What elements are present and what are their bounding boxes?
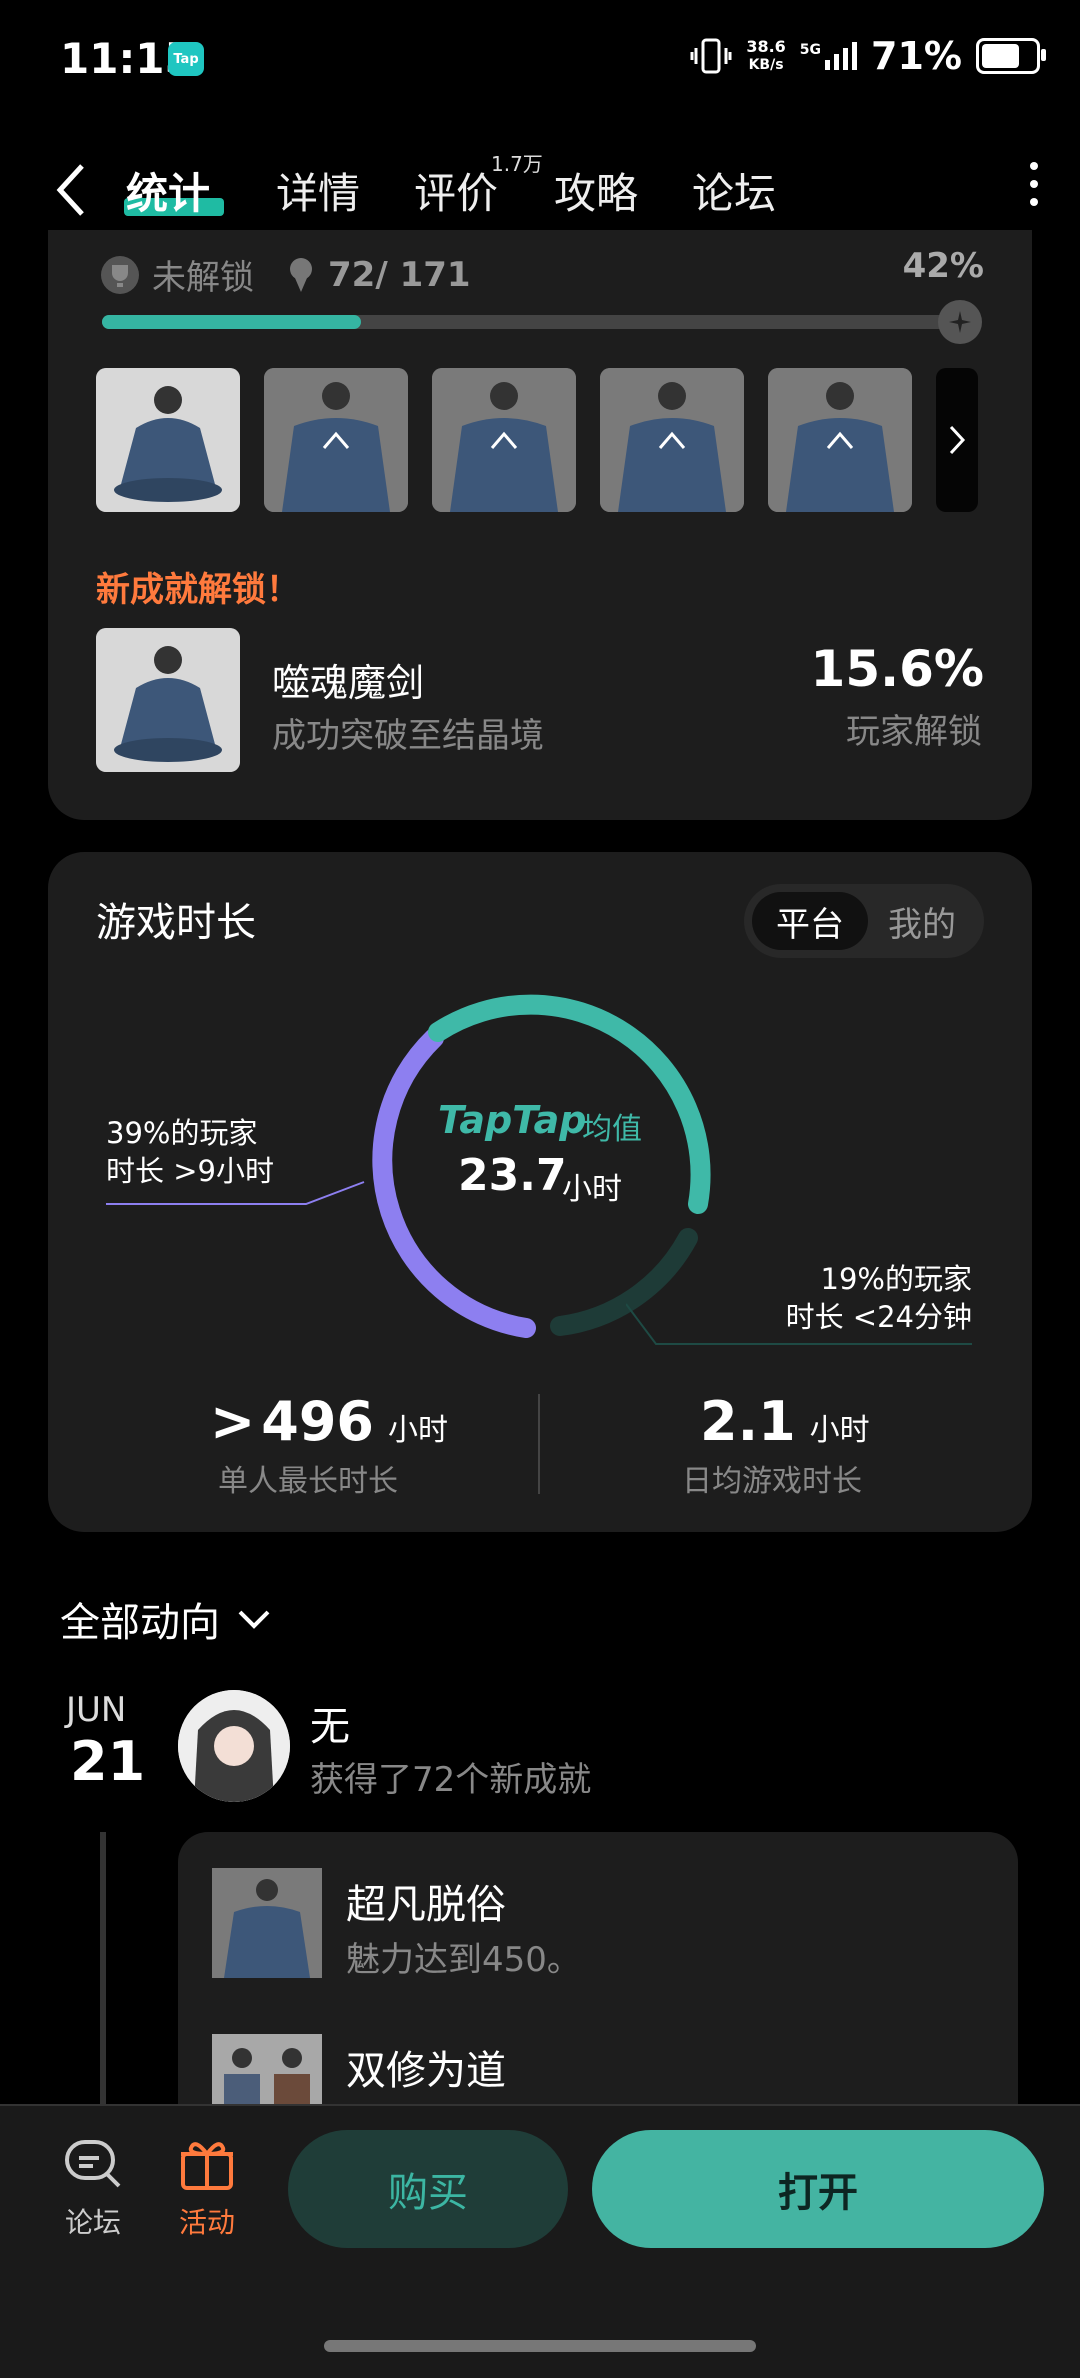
- stat-divider: [538, 1394, 540, 1494]
- chevron-down-icon: [238, 1610, 270, 1629]
- average-unit: 小时: [562, 1172, 622, 1207]
- left-note: 39%的玩家 时长 >9小时: [106, 1116, 274, 1188]
- feed-month: JUN: [66, 1690, 127, 1730]
- feed-achievement-title: 超凡脱俗: [346, 1882, 506, 1928]
- unlock-rate-label: 玩家解锁: [846, 712, 982, 752]
- user-action: 获得了72个新成就: [310, 1760, 592, 1800]
- achievement-thumbnail[interactable]: [432, 368, 576, 512]
- tab-reviews[interactable]: 评价: [414, 160, 498, 221]
- gift-icon: [181, 2142, 233, 2190]
- achievement-progress-fill: [102, 315, 361, 329]
- taptap-notification-icon: Tap: [168, 42, 204, 76]
- back-arrow-icon[interactable]: [52, 160, 92, 220]
- toggle-platform[interactable]: 平台: [752, 892, 868, 950]
- longest-playtime-label: 单人最长时长: [218, 1464, 398, 1499]
- chat-bubble-icon: [65, 2140, 121, 2188]
- trophy-icon: [101, 255, 139, 294]
- status-icons: 38.6 KB/s 5G 71%: [690, 34, 1046, 78]
- more-options-icon[interactable]: [1028, 160, 1040, 208]
- review-count-badge: 1.7万: [491, 152, 543, 176]
- right-note: 19%的玩家 时长 <24分钟: [785, 1262, 972, 1334]
- tab-stats[interactable]: 统计: [126, 160, 210, 221]
- feed-day: 21: [70, 1730, 146, 1793]
- average-label: 均值: [582, 1112, 642, 1147]
- achievement-thumbnail[interactable]: [600, 368, 744, 512]
- avatar[interactable]: [178, 1690, 290, 1802]
- feed-filter[interactable]: 全部动向: [60, 1590, 272, 1648]
- home-indicator[interactable]: [324, 2340, 756, 2352]
- daily-playtime-label: 日均游戏时长: [682, 1464, 862, 1499]
- achievement-thumbnail[interactable]: [768, 368, 912, 512]
- toggle-mine[interactable]: 我的: [868, 892, 976, 950]
- user-name[interactable]: 无: [310, 1694, 350, 1752]
- average-value: 23.7: [458, 1150, 567, 1201]
- tab-details[interactable]: 详情: [276, 160, 360, 221]
- chevron-right-icon: [949, 425, 966, 455]
- more-achievements-button[interactable]: [936, 368, 978, 512]
- feed-achievement-title: 双修为道: [346, 2048, 506, 2094]
- activity-button[interactable]: 活动: [162, 2136, 252, 2241]
- achievement-percent: 42%: [902, 246, 984, 286]
- achievement-thumbnail[interactable]: [96, 368, 240, 512]
- battery-icon: [976, 38, 1046, 74]
- tab-guides[interactable]: 攻略: [554, 160, 638, 221]
- new-achievement-label: 新成就解锁！: [96, 570, 300, 610]
- playtime-title: 游戏时长: [96, 900, 256, 946]
- star-icon: [938, 300, 982, 344]
- taptap-logo: TapTap: [438, 1098, 587, 1142]
- new-achievement-title[interactable]: 噬魂魔剑: [272, 652, 424, 707]
- feed-achievement-desc: 魅力达到450。: [346, 1940, 581, 1980]
- vibrate-icon: [690, 38, 732, 74]
- battery-percent: 71%: [871, 34, 962, 78]
- achievement-progress-label: 未解锁 72/ 171: [100, 250, 471, 299]
- longest-playtime: >496 小时: [210, 1390, 448, 1453]
- open-button[interactable]: 打开: [592, 2130, 1044, 2248]
- feed-achievement-thumbnail: [212, 1868, 322, 1978]
- medal-icon: [290, 257, 312, 292]
- achievement-thumbnail[interactable]: [264, 368, 408, 512]
- unlock-rate: 15.6%: [810, 640, 984, 698]
- forum-button[interactable]: 论坛: [48, 2136, 138, 2241]
- daily-playtime: 2.1 小时: [700, 1390, 870, 1453]
- timeline-line: [100, 1832, 106, 2112]
- net-speed: 38.6 KB/s: [746, 37, 786, 74]
- tab-forum[interactable]: 论坛: [692, 160, 776, 221]
- buy-button[interactable]: 购买: [288, 2130, 568, 2248]
- signal-icon: 5G: [800, 42, 858, 70]
- new-achievement-desc: 成功突破至结晶境: [272, 716, 544, 756]
- new-achievement-thumbnail[interactable]: [96, 628, 240, 772]
